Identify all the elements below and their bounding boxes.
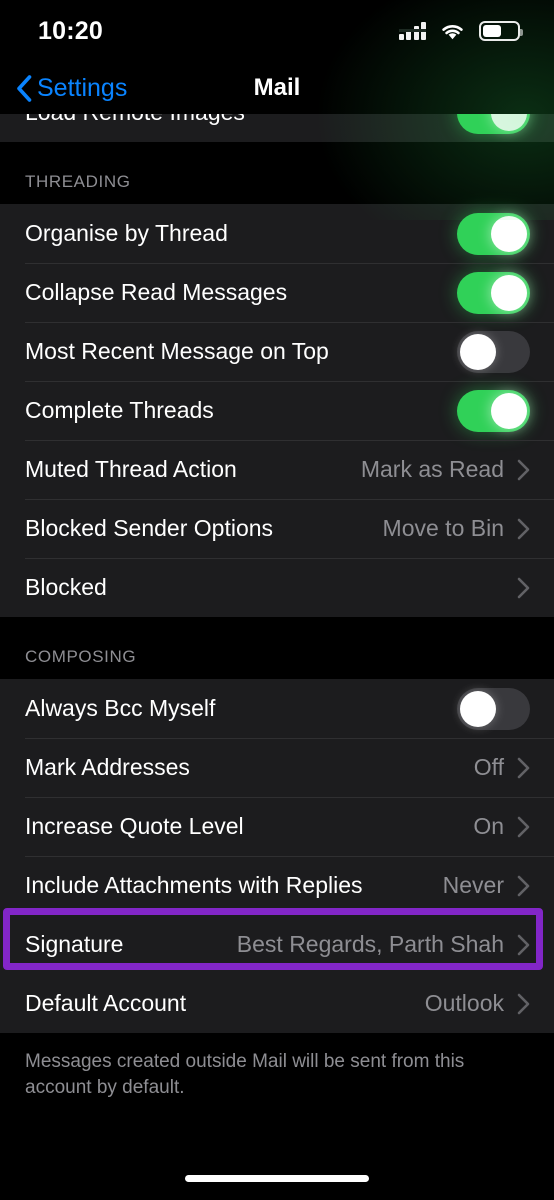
chevron-right-icon (517, 518, 530, 539)
row-value: Move to Bin (382, 515, 504, 541)
chevron-right-icon (517, 757, 530, 778)
status-bar-clock: 10:20 (38, 16, 103, 45)
row-value: Mark as Read (360, 456, 504, 482)
row-label: Always Bcc Myself (25, 695, 216, 721)
wifi-icon (442, 25, 463, 40)
clipped-group: Load Remote Images (0, 114, 554, 142)
row-value: Never (442, 872, 504, 898)
row-label: Default Account (25, 990, 187, 1016)
row-label: Load Remote Images (25, 114, 457, 126)
row-muted-thread-action[interactable]: Muted Thread Action Mark as Read (0, 440, 554, 499)
row-value: Off (473, 754, 504, 780)
row-label: Mark Addresses (25, 754, 190, 780)
section-gap-composing: COMPOSING (0, 617, 554, 679)
row-label: Increase Quote Level (25, 813, 244, 839)
settings-scroll-content[interactable]: Load Remote Images THREADING Organise by… (0, 114, 554, 1102)
row-mark-addresses[interactable]: Mark Addresses Off (0, 738, 554, 797)
row-value: Outlook (424, 990, 504, 1016)
page-title: Mail (253, 74, 301, 101)
row-blocked[interactable]: Blocked (0, 558, 554, 617)
toggle-always-bcc-myself[interactable] (457, 687, 530, 730)
row-collapse-read-messages[interactable]: Collapse Read Messages (0, 263, 554, 322)
battery-icon (479, 21, 523, 41)
row-label: Organise by Thread (25, 220, 228, 246)
iphone-screen: 10:20 Settings Mail THREADING Organise b… (0, 0, 554, 1200)
row-default-account[interactable]: Default Account Outlook (0, 974, 554, 1033)
row-increase-quote-level[interactable]: Increase Quote Level On (0, 797, 554, 856)
toggle-organise-by-thread[interactable] (457, 212, 530, 255)
row-label: Blocked (25, 574, 107, 600)
row-label: Signature (25, 931, 124, 957)
home-indicator[interactable] (185, 1175, 369, 1182)
row-signature[interactable]: Signature Best Regards, Parth Shah (0, 915, 554, 974)
section-composing: Always Bcc Myself Mark Addresses Off Inc… (0, 679, 554, 1033)
row-label: Muted Thread Action (25, 456, 237, 482)
row-label: Most Recent Message on Top (25, 338, 329, 364)
cellular-bars-icon (398, 22, 426, 40)
toggle-load-remote-images[interactable] (457, 114, 530, 134)
row-label: Collapse Read Messages (25, 279, 288, 305)
navigation-bar: Settings Mail (0, 62, 554, 114)
chevron-right-icon (517, 816, 530, 837)
row-organise-by-thread[interactable]: Organise by Thread (0, 204, 554, 263)
row-blocked-sender-options[interactable]: Blocked Sender Options Move to Bin (0, 499, 554, 558)
toggle-collapse-read-messages[interactable] (457, 271, 530, 314)
section-gap-threading: THREADING (0, 142, 554, 204)
chevron-right-icon (517, 459, 530, 480)
signature-highlight-wrapper: Signature Best Regards, Parth Shah (0, 908, 554, 974)
section-footer-text: Messages created outside Mail will be se… (0, 1033, 554, 1102)
row-label: Complete Threads (25, 397, 214, 423)
section-threading: Organise by Thread Collapse Read Message… (0, 204, 554, 617)
toggle-complete-threads[interactable] (457, 389, 530, 432)
row-label: Blocked Sender Options (25, 515, 274, 541)
row-load-remote-images[interactable]: Load Remote Images (0, 114, 554, 142)
chevron-right-icon (517, 875, 530, 896)
row-value: On (473, 813, 504, 839)
row-value: Best Regards, Parth Shah (236, 931, 504, 957)
section-header-composing: COMPOSING (25, 647, 137, 666)
chevron-right-icon (517, 993, 530, 1014)
row-complete-threads[interactable]: Complete Threads (0, 381, 554, 440)
toggle-most-recent-message-on-top[interactable] (457, 330, 530, 373)
row-label: Include Attachments with Replies (25, 872, 363, 898)
row-most-recent-message-on-top[interactable]: Most Recent Message on Top (0, 322, 554, 381)
row-include-attachments-with-replies[interactable]: Include Attachments with Replies Never (0, 856, 554, 915)
status-bar: 10:20 (0, 0, 554, 62)
chevron-right-icon (517, 577, 530, 598)
section-header-threading: THREADING (25, 172, 131, 191)
row-always-bcc-myself[interactable]: Always Bcc Myself (0, 679, 554, 738)
chevron-right-icon (517, 934, 530, 955)
status-bar-indicators (398, 21, 523, 41)
